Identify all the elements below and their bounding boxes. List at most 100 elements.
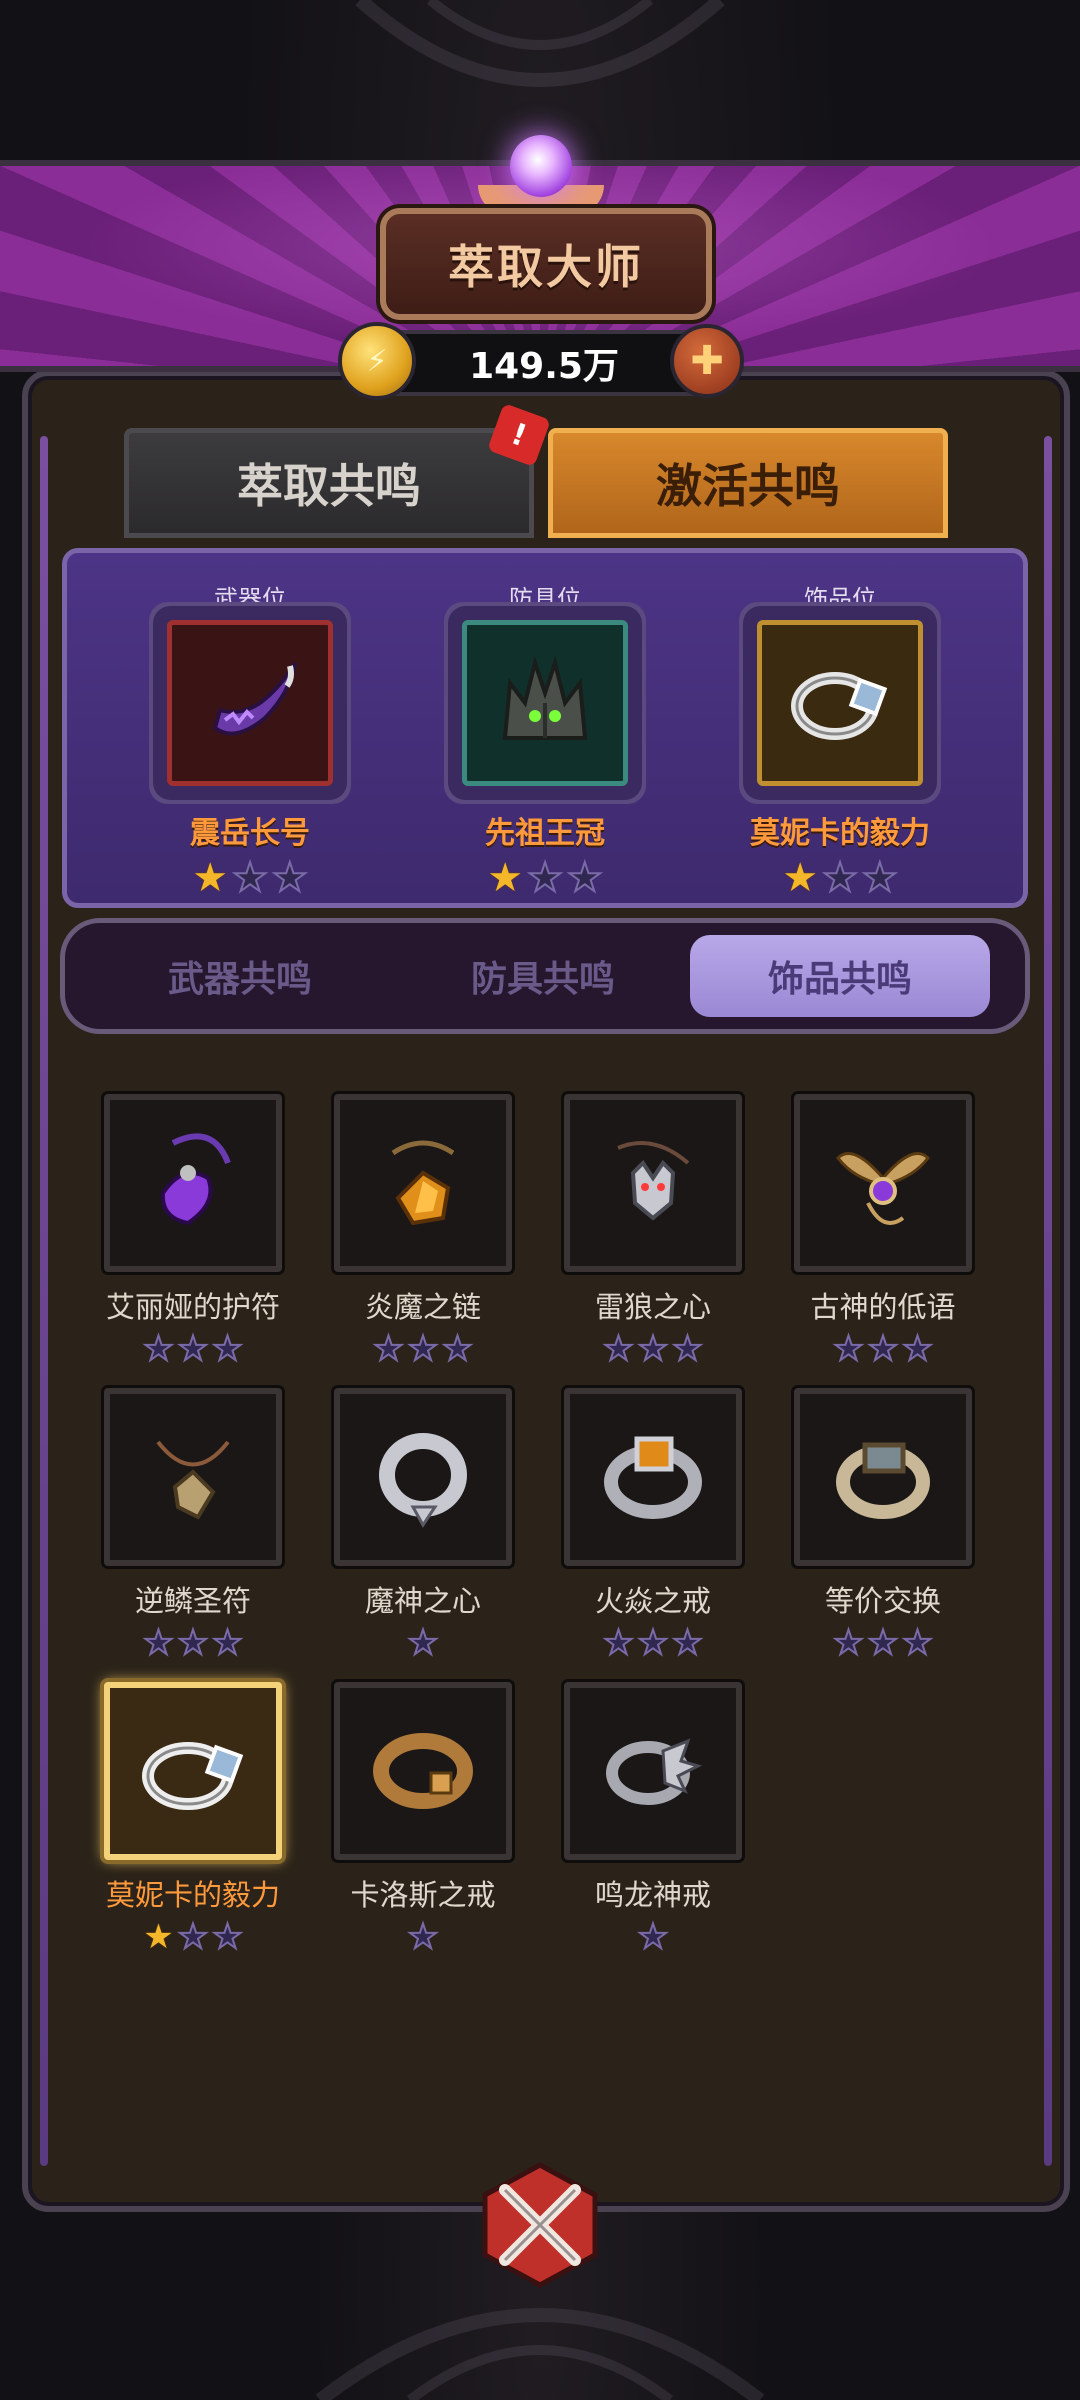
alert-glyph: !	[506, 416, 532, 454]
star-empty-icon: ★	[671, 1329, 704, 1369]
star-rating: ★ ★ ★	[563, 1329, 743, 1369]
item-slot[interactable]	[334, 1094, 512, 1272]
item-name: 魔神之心	[364, 1584, 481, 1618]
star-empty-icon: ★	[602, 1329, 635, 1369]
item-name: 古神的低语	[810, 1290, 956, 1324]
star-empty-icon: ★	[271, 855, 309, 901]
item-name: 等价交换	[824, 1584, 941, 1618]
star-filled-icon: ★	[782, 855, 819, 901]
item-slot[interactable]	[564, 1094, 742, 1272]
star-empty-icon: ★	[231, 855, 269, 901]
item-name: 炎魔之链	[364, 1290, 481, 1324]
star-empty-icon: ★	[407, 1917, 440, 1957]
item-card[interactable]: 鸣龙神戒 ★	[563, 1682, 743, 1957]
star-empty-icon: ★	[177, 1917, 210, 1957]
slot-label: 防具位	[509, 585, 581, 613]
star-rating: ★ ★ ★	[103, 1917, 283, 1957]
item-slot[interactable]	[334, 1682, 512, 1860]
item-card[interactable]: 等价交换 ★ ★ ★	[793, 1388, 973, 1663]
slot-armor[interactable]: 防具位 先祖王冠 ★ ★ ★	[425, 579, 665, 901]
item-slot[interactable]	[794, 1094, 972, 1272]
amulet-amber-icon	[391, 1140, 455, 1226]
winged-amulet-icon	[836, 1152, 930, 1225]
item-card[interactable]: 魔神之心 ★	[333, 1388, 513, 1663]
item-card[interactable]: 逆鳞圣符 ★ ★ ★	[103, 1388, 283, 1663]
slot-item-name: 莫妮卡的毅力	[750, 816, 930, 851]
star-empty-icon: ★	[177, 1623, 210, 1663]
silver-ring-icon	[379, 1433, 467, 1528]
subtab-weapon-resonance[interactable]: 武器共鸣	[90, 935, 390, 1017]
star-rating: ★ ★ ★	[333, 1329, 513, 1369]
star-rating: ★	[563, 1917, 743, 1957]
star-empty-icon: ★	[372, 1329, 405, 1369]
star-rating: ★ ★ ★	[793, 1623, 973, 1663]
title-plate: 萃取大师	[380, 208, 712, 320]
equipped-slots-panel: 武器位 震岳长号 ★ ★ ★ 防具位 先祖王冠 ★ ★ ★ 饰品位 莫妮卡的毅力…	[62, 548, 1028, 908]
item-card[interactable]: 雷狼之心 ★ ★ ★	[563, 1094, 743, 1369]
bronze-ring-icon	[373, 1733, 473, 1809]
tab-activate-resonance[interactable]: 激活共鸣	[548, 428, 948, 538]
slot-accessory-box[interactable]	[757, 620, 923, 786]
item-name: 卡洛斯之戒	[350, 1878, 496, 1912]
item-card[interactable]: 炎魔之链 ★ ★ ★	[333, 1094, 513, 1369]
add-currency-button[interactable]: ✚	[670, 324, 744, 398]
star-empty-icon: ★	[211, 1917, 244, 1957]
amulet-purple-icon	[160, 1133, 231, 1226]
item-slot[interactable]	[104, 1094, 282, 1272]
star-rating: ★ ★ ★	[103, 1329, 283, 1369]
slot-label: 饰品位	[804, 585, 876, 613]
gem-ring-icon	[791, 672, 888, 740]
item-card[interactable]: 卡洛斯之戒 ★	[333, 1682, 513, 1957]
item-card[interactable]: 火焱之戒 ★ ★ ★	[563, 1388, 743, 1663]
top-ornament	[355, 0, 725, 87]
slot-weapon[interactable]: 武器位 震岳长号 ★ ★ ★	[130, 579, 370, 901]
item-name: 逆鳞圣符	[134, 1584, 251, 1618]
gem-ring-icon	[142, 1742, 244, 1810]
star-rating: ★ ★ ★	[130, 855, 370, 901]
tab-label: 激活共鸣	[656, 459, 840, 513]
star-empty-icon: ★	[407, 1623, 440, 1663]
star-empty-icon: ★	[861, 855, 899, 901]
star-rating: ★	[333, 1917, 513, 1957]
star-empty-icon: ★	[832, 1623, 865, 1663]
star-empty-icon: ★	[637, 1329, 670, 1369]
dragon-ring-icon	[606, 1738, 703, 1805]
star-empty-icon: ★	[637, 1917, 670, 1957]
subtab-armor-resonance[interactable]: 防具共鸣	[393, 935, 693, 1017]
star-empty-icon: ★	[211, 1329, 244, 1369]
item-card[interactable]: 艾丽娅的护符 ★ ★ ★	[103, 1094, 283, 1369]
star-rating: ★ ★ ★	[103, 1623, 283, 1663]
item-slot[interactable]	[794, 1388, 972, 1566]
slot-accessory[interactable]: 饰品位 莫妮卡的毅力 ★ ★ ★	[720, 579, 960, 901]
star-rating: ★ ★ ★	[563, 1623, 743, 1663]
item-slot[interactable]	[564, 1682, 742, 1860]
close-button[interactable]	[470, 2155, 610, 2295]
currency-value: 149.5万	[469, 346, 619, 387]
tab-extract-resonance[interactable]: 萃取共鸣	[124, 428, 534, 538]
coin-icon: ⚡	[338, 322, 416, 400]
star-empty-icon: ★	[441, 1329, 474, 1369]
item-slot[interactable]	[564, 1388, 742, 1566]
item-name: 火焱之戒	[594, 1584, 711, 1618]
star-empty-icon: ★	[832, 1329, 865, 1369]
slot-armor-box[interactable]	[462, 620, 628, 786]
item-card[interactable]: 古神的低语 ★ ★ ★	[793, 1094, 973, 1369]
item-slot-selected[interactable]	[104, 1682, 282, 1860]
item-card-selected[interactable]: 莫妮卡的毅力 ★ ★ ★	[103, 1682, 283, 1957]
star-empty-icon: ★	[671, 1623, 704, 1663]
subtab-accessory-resonance[interactable]: 饰品共鸣	[690, 935, 990, 1017]
star-rating: ★ ★ ★	[425, 855, 665, 901]
star-empty-icon: ★	[637, 1623, 670, 1663]
scale-pendant-icon	[156, 1440, 230, 1520]
item-slot[interactable]	[334, 1388, 512, 1566]
subtab-label: 防具共鸣	[470, 959, 615, 1000]
star-empty-icon: ★	[901, 1329, 934, 1369]
slot-item-name: 先祖王冠	[485, 816, 605, 851]
resonance-sub-tabs: 武器共鸣 防具共鸣 饰品共鸣	[60, 918, 1030, 1034]
star-empty-icon: ★	[867, 1623, 900, 1663]
slot-weapon-box[interactable]	[167, 620, 333, 786]
fire-ring-icon	[604, 1436, 702, 1519]
star-empty-icon: ★	[177, 1329, 210, 1369]
item-slot[interactable]	[104, 1388, 282, 1566]
crossed-swords-icon	[482, 2162, 598, 2288]
